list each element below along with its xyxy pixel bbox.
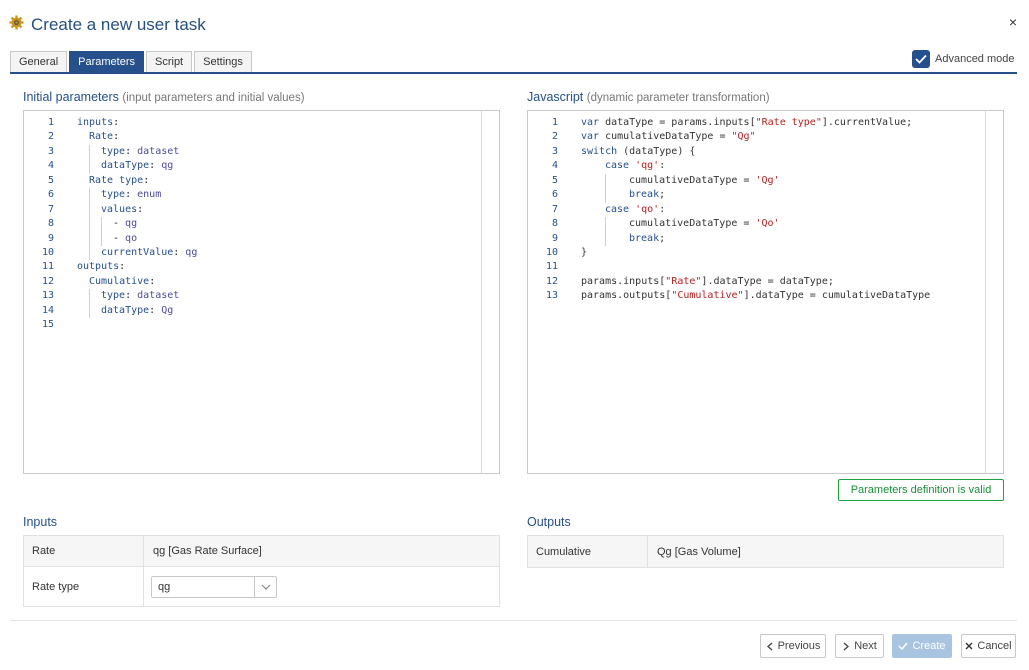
create-button[interactable]: Create — [892, 634, 952, 658]
footer-divider — [10, 620, 1017, 621]
code-line: 2 var cumulativeDataType = "Qg" — [551, 131, 756, 143]
code-line: 13 type: dataset — [24, 289, 197, 304]
code-line: 1 inputs: — [47, 117, 120, 128]
rate-type-select[interactable]: qg — [151, 575, 277, 598]
outputs-title: Outputs — [527, 515, 571, 529]
table-row: Rate qg [Gas Rate Surface] — [24, 536, 499, 567]
code-line: 10} — [545, 246, 588, 258]
code-line: 7 case 'qo': — [551, 203, 666, 215]
initial-parameters-title: Initial parameters — [23, 90, 119, 104]
code-line: 8 cumulativeDataType = 'Qo' — [528, 217, 930, 232]
outputs-table: Cumulative Qg [Gas Volume] — [527, 535, 1004, 568]
yaml-code: 1 inputs: 2 Rate: 3 type: dataset 4 dataType… — [24, 116, 197, 333]
output-value: Qg [Gas Volume] — [657, 545, 741, 558]
input-value: qg [Gas Rate Surface] — [153, 545, 262, 557]
code-line: 5 cumulativeDataType = 'Qg' — [528, 173, 930, 189]
advanced-mode-label: Advanced mode — [935, 53, 1015, 65]
code-line: 12 params.inputs["Rate"].dataType = dataT… — [545, 275, 834, 287]
inputs-title: Inputs — [23, 515, 58, 529]
code-line: 9 break; — [528, 231, 930, 246]
next-button[interactable]: Next — [835, 634, 884, 658]
javascript-heading: Javascript (dynamic parameter transforma… — [527, 90, 770, 104]
rate-type-select-value: qg — [158, 580, 171, 593]
code-line: 12 Cumulative: — [41, 275, 156, 287]
code-line: 4 case 'qg': — [551, 160, 666, 172]
next-label: Next — [854, 640, 877, 652]
dialog-header: Create a new user task × — [0, 0, 1029, 48]
code-line: 1 var dataType = params.inputs["Rate type… — [551, 117, 913, 128]
chevron-left-icon — [766, 642, 773, 650]
tab-bar: General Parameters Script Settings — [10, 51, 254, 73]
code-line: 6 type: enum — [24, 188, 197, 203]
cancel-button[interactable]: Cancel — [961, 634, 1016, 658]
code-line: 3 switch (dataType) { — [551, 145, 696, 157]
gear-icon — [9, 15, 24, 30]
chevron-down-icon[interactable] — [254, 576, 276, 597]
code-line: 11 — [545, 261, 558, 273]
yaml-editor-scrollbar[interactable] — [481, 111, 499, 473]
code-line: 5 Rate type: — [47, 174, 150, 186]
input-value-cell: qg — [144, 567, 277, 606]
input-label: Rate type — [24, 567, 144, 606]
table-row: Cumulative Qg [Gas Volume] — [528, 536, 1003, 567]
checkmark-icon — [915, 54, 927, 64]
code-line: 2 Rate: — [47, 131, 120, 143]
code-line: 6 break; — [528, 188, 930, 203]
tab-parameters[interactable]: Parameters — [69, 51, 144, 73]
code-line: 15 — [41, 319, 54, 331]
code-line: 9- qo — [24, 231, 197, 246]
chevron-right-icon — [843, 642, 850, 650]
tab-settings[interactable]: Settings — [194, 51, 252, 73]
code-line: 7 values: — [24, 202, 197, 218]
code-line: 13 params.outputs["Cumulative"].dataType … — [545, 290, 931, 302]
inputs-table: Rate qg [Gas Rate Surface] Rate type qg — [23, 535, 500, 607]
input-label: Rate — [24, 536, 144, 566]
yaml-editor[interactable]: 1 inputs: 2 Rate: 3 type: dataset 4 dataType… — [23, 110, 500, 474]
code-line: 11 outputs: — [41, 261, 126, 273]
table-row: Rate type qg — [24, 567, 499, 606]
checkmark-icon — [898, 642, 909, 650]
javascript-editor[interactable]: 1 var dataType = params.inputs["Rate type… — [527, 110, 1004, 474]
code-line: 14 dataType: Qg — [24, 303, 197, 319]
javascript-title: Javascript — [527, 90, 584, 104]
code-line: 4 dataType: qg — [24, 159, 197, 174]
initial-parameters-heading: Initial parameters (input parameters and… — [23, 90, 305, 104]
javascript-code: 1 var dataType = params.inputs["Rate type… — [528, 116, 930, 304]
code-line: 8- qg — [24, 217, 197, 232]
code-line: 3 type: dataset — [24, 144, 197, 160]
javascript-editor-scrollbar[interactable] — [985, 111, 1003, 473]
initial-parameters-subtitle: (input parameters and initial values) — [122, 92, 305, 104]
advanced-mode-toggle[interactable]: Advanced mode — [912, 50, 1015, 68]
tab-general[interactable]: General — [10, 51, 68, 73]
close-button[interactable]: × — [1009, 15, 1017, 29]
tab-script[interactable]: Script — [146, 51, 193, 73]
dialog-title: Create a new user task — [31, 15, 206, 34]
advanced-mode-checkbox[interactable] — [912, 50, 930, 68]
javascript-subtitle: (dynamic parameter transformation) — [586, 92, 770, 104]
code-line: 10 currentValue: qg — [24, 245, 197, 261]
tab-underline — [10, 72, 1017, 74]
create-label: Create — [912, 640, 946, 652]
cancel-label: Cancel — [977, 640, 1012, 652]
previous-label: Previous — [777, 640, 821, 652]
previous-button[interactable]: Previous — [760, 634, 826, 658]
close-icon — [965, 642, 973, 650]
validation-badge: Parameters definition is valid — [838, 479, 1004, 501]
output-label: Cumulative — [528, 536, 648, 567]
